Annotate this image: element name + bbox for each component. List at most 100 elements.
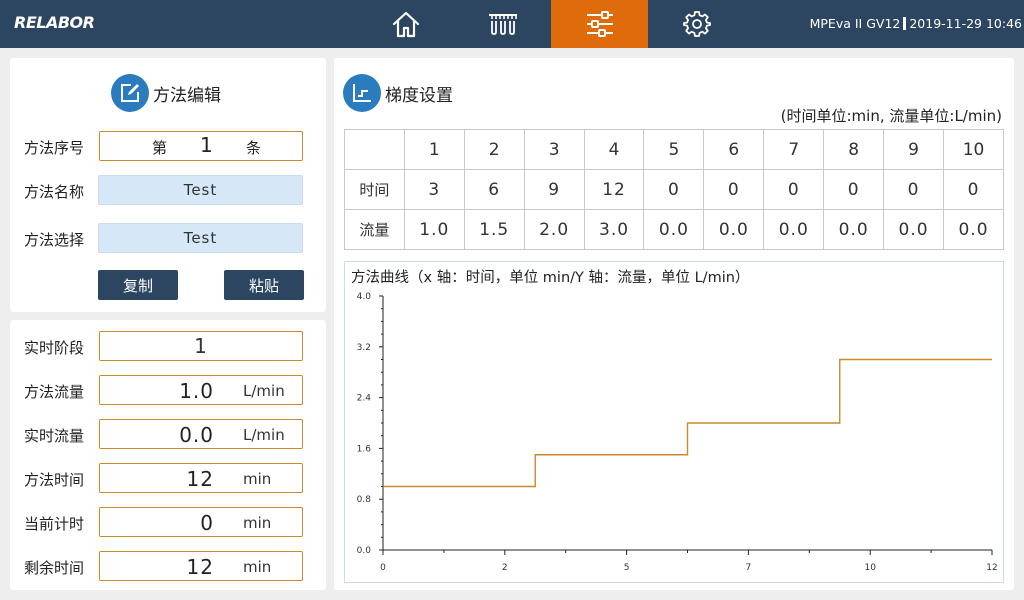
time-cell[interactable]: 0 [943, 169, 1004, 210]
method-flow-label: 方法流量 [24, 383, 85, 401]
remain-value: 12 [186, 555, 214, 579]
time-cell[interactable]: 3 [403, 169, 465, 210]
method-select-field[interactable]: Test [98, 223, 303, 253]
flow-cell[interactable]: 3.0 [583, 209, 645, 250]
method-seq-field[interactable]: 第 1 条 [99, 131, 303, 161]
instrument-icon [488, 14, 517, 35]
step-column-header: 7 [763, 129, 825, 170]
x-tick-label: 2 [502, 563, 508, 573]
y-tick-label: 0.0 [357, 546, 372, 556]
time-cell[interactable]: 0 [763, 169, 825, 210]
stage-value: 1 [194, 334, 208, 358]
flow-step-line [383, 358, 992, 488]
time-cell[interactable]: 9 [523, 169, 585, 210]
real-flow-label: 实时流量 [24, 427, 85, 445]
stage-field: 1 [99, 331, 303, 361]
gradient-title-text: 梯度设置 [385, 85, 453, 106]
timer-label: 当前计时 [24, 515, 85, 533]
gradient-title: 梯度设置 [343, 74, 453, 112]
nav-home-button[interactable] [357, 0, 454, 48]
x-tick-label: 10 [864, 563, 876, 573]
method-edit-title-text: 方法编辑 [153, 85, 221, 106]
real-flow-field: 0.0 L/min [99, 419, 303, 449]
brand-logo: RELABOR [14, 13, 95, 32]
time-row: 时间 3 6 9 12 0 0 0 0 0 0 [344, 169, 1004, 210]
y-tick-label: 2.4 [357, 394, 372, 404]
real-flow-unit: L/min [243, 426, 285, 444]
method-name-field[interactable]: Test [98, 175, 303, 205]
step-column-header: 9 [883, 129, 945, 170]
method-time-unit: min [243, 470, 272, 488]
method-time-field: 12 min [99, 463, 303, 493]
y-tick-label: 0.8 [357, 495, 372, 505]
method-flow-unit: L/min [243, 382, 285, 400]
method-flow-value: 1.0 [179, 379, 214, 403]
step-column-header: 2 [463, 129, 525, 170]
step-column-header: 3 [523, 129, 585, 170]
gradient-step-icon [343, 74, 381, 112]
x-tick-label: 12 [986, 563, 997, 573]
time-cell[interactable]: 0 [643, 169, 705, 210]
timer-value: 0 [200, 511, 214, 535]
device-name: MPEva II GV12 [809, 16, 901, 31]
x-tick-label: 0 [380, 563, 386, 573]
step-column-header: 5 [643, 129, 705, 170]
remain-label: 剩余时间 [24, 559, 85, 577]
y-tick-label: 4.0 [357, 292, 372, 302]
copy-button[interactable]: 复制 [98, 270, 178, 300]
flow-row-label: 流量 [344, 209, 405, 250]
top-bar: RELABOR MPEva II GV12 2019-11-29 10:46 [0, 0, 1024, 48]
flow-cell[interactable]: 0.0 [943, 209, 1004, 250]
flow-cell[interactable]: 0.0 [883, 209, 945, 250]
method-flow-field: 1.0 L/min [99, 375, 303, 405]
flow-row: 流量 1.0 1.5 2.0 3.0 0.0 0.0 0.0 0.0 0.0 0… [344, 209, 1004, 250]
table-corner-cell [344, 129, 405, 170]
datetime: 2019-11-29 10:46 [909, 16, 1022, 31]
chart-canvas: 0.0 0.8 1.6 2.4 3.2 4.0 0 2 5 7 10 12 [357, 292, 998, 573]
method-time-value: 12 [186, 467, 214, 491]
method-seq-value: 1 [200, 133, 213, 157]
gradient-header-row: 1 2 3 4 5 6 7 8 9 10 [344, 129, 1004, 170]
timer-unit: min [243, 514, 272, 532]
status-text: MPEva II GV12 2019-11-29 10:46 [810, 16, 1022, 31]
sliders-icon [586, 11, 613, 37]
flow-cell[interactable]: 0.0 [763, 209, 825, 250]
method-seq-prefix: 第 [152, 139, 168, 157]
y-tick-label: 1.6 [357, 444, 372, 454]
nav-instrument-button[interactable] [454, 0, 551, 48]
method-select-label: 方法选择 [24, 231, 85, 249]
time-cell[interactable]: 0 [703, 169, 765, 210]
edit-icon [111, 74, 149, 112]
time-cell[interactable]: 6 [463, 169, 525, 210]
flow-cell[interactable]: 1.0 [403, 209, 465, 250]
step-column-header: 4 [583, 129, 645, 170]
method-edit-title: 方法编辑 [111, 74, 221, 112]
method-select-value: Test [183, 229, 218, 247]
method-seq-suffix: 条 [246, 139, 262, 157]
nav-settings-button[interactable] [648, 0, 745, 48]
paste-button[interactable]: 粘贴 [224, 270, 304, 300]
step-column-header: 6 [703, 129, 765, 170]
method-name-label: 方法名称 [24, 183, 85, 201]
flow-cell[interactable]: 0.0 [823, 209, 885, 250]
x-tick-label: 5 [624, 563, 630, 573]
flow-cell[interactable]: 0.0 [643, 209, 705, 250]
nav-method-button[interactable] [551, 0, 648, 48]
time-cell[interactable]: 0 [883, 169, 945, 210]
step-column-header: 8 [823, 129, 885, 170]
remain-unit: min [243, 558, 272, 576]
x-tick-label: 7 [746, 563, 752, 573]
step-column-header: 1 [403, 129, 465, 170]
gear-icon [682, 11, 711, 37]
unit-note: (时间单位:min, 流量单位:L/min) [780, 107, 1002, 125]
flow-cell[interactable]: 0.0 [703, 209, 765, 250]
step-column-header: 10 [943, 129, 1004, 170]
gradient-table: 1 2 3 4 5 6 7 8 9 10 时间 3 6 9 12 0 0 0 0… [344, 129, 1004, 250]
stage-label: 实时阶段 [24, 339, 85, 357]
method-name-value: Test [183, 181, 218, 199]
time-cell[interactable]: 12 [583, 169, 645, 210]
time-cell[interactable]: 0 [823, 169, 885, 210]
flow-cell[interactable]: 2.0 [523, 209, 585, 250]
flow-cell[interactable]: 1.5 [463, 209, 525, 250]
time-row-label: 时间 [344, 169, 405, 210]
